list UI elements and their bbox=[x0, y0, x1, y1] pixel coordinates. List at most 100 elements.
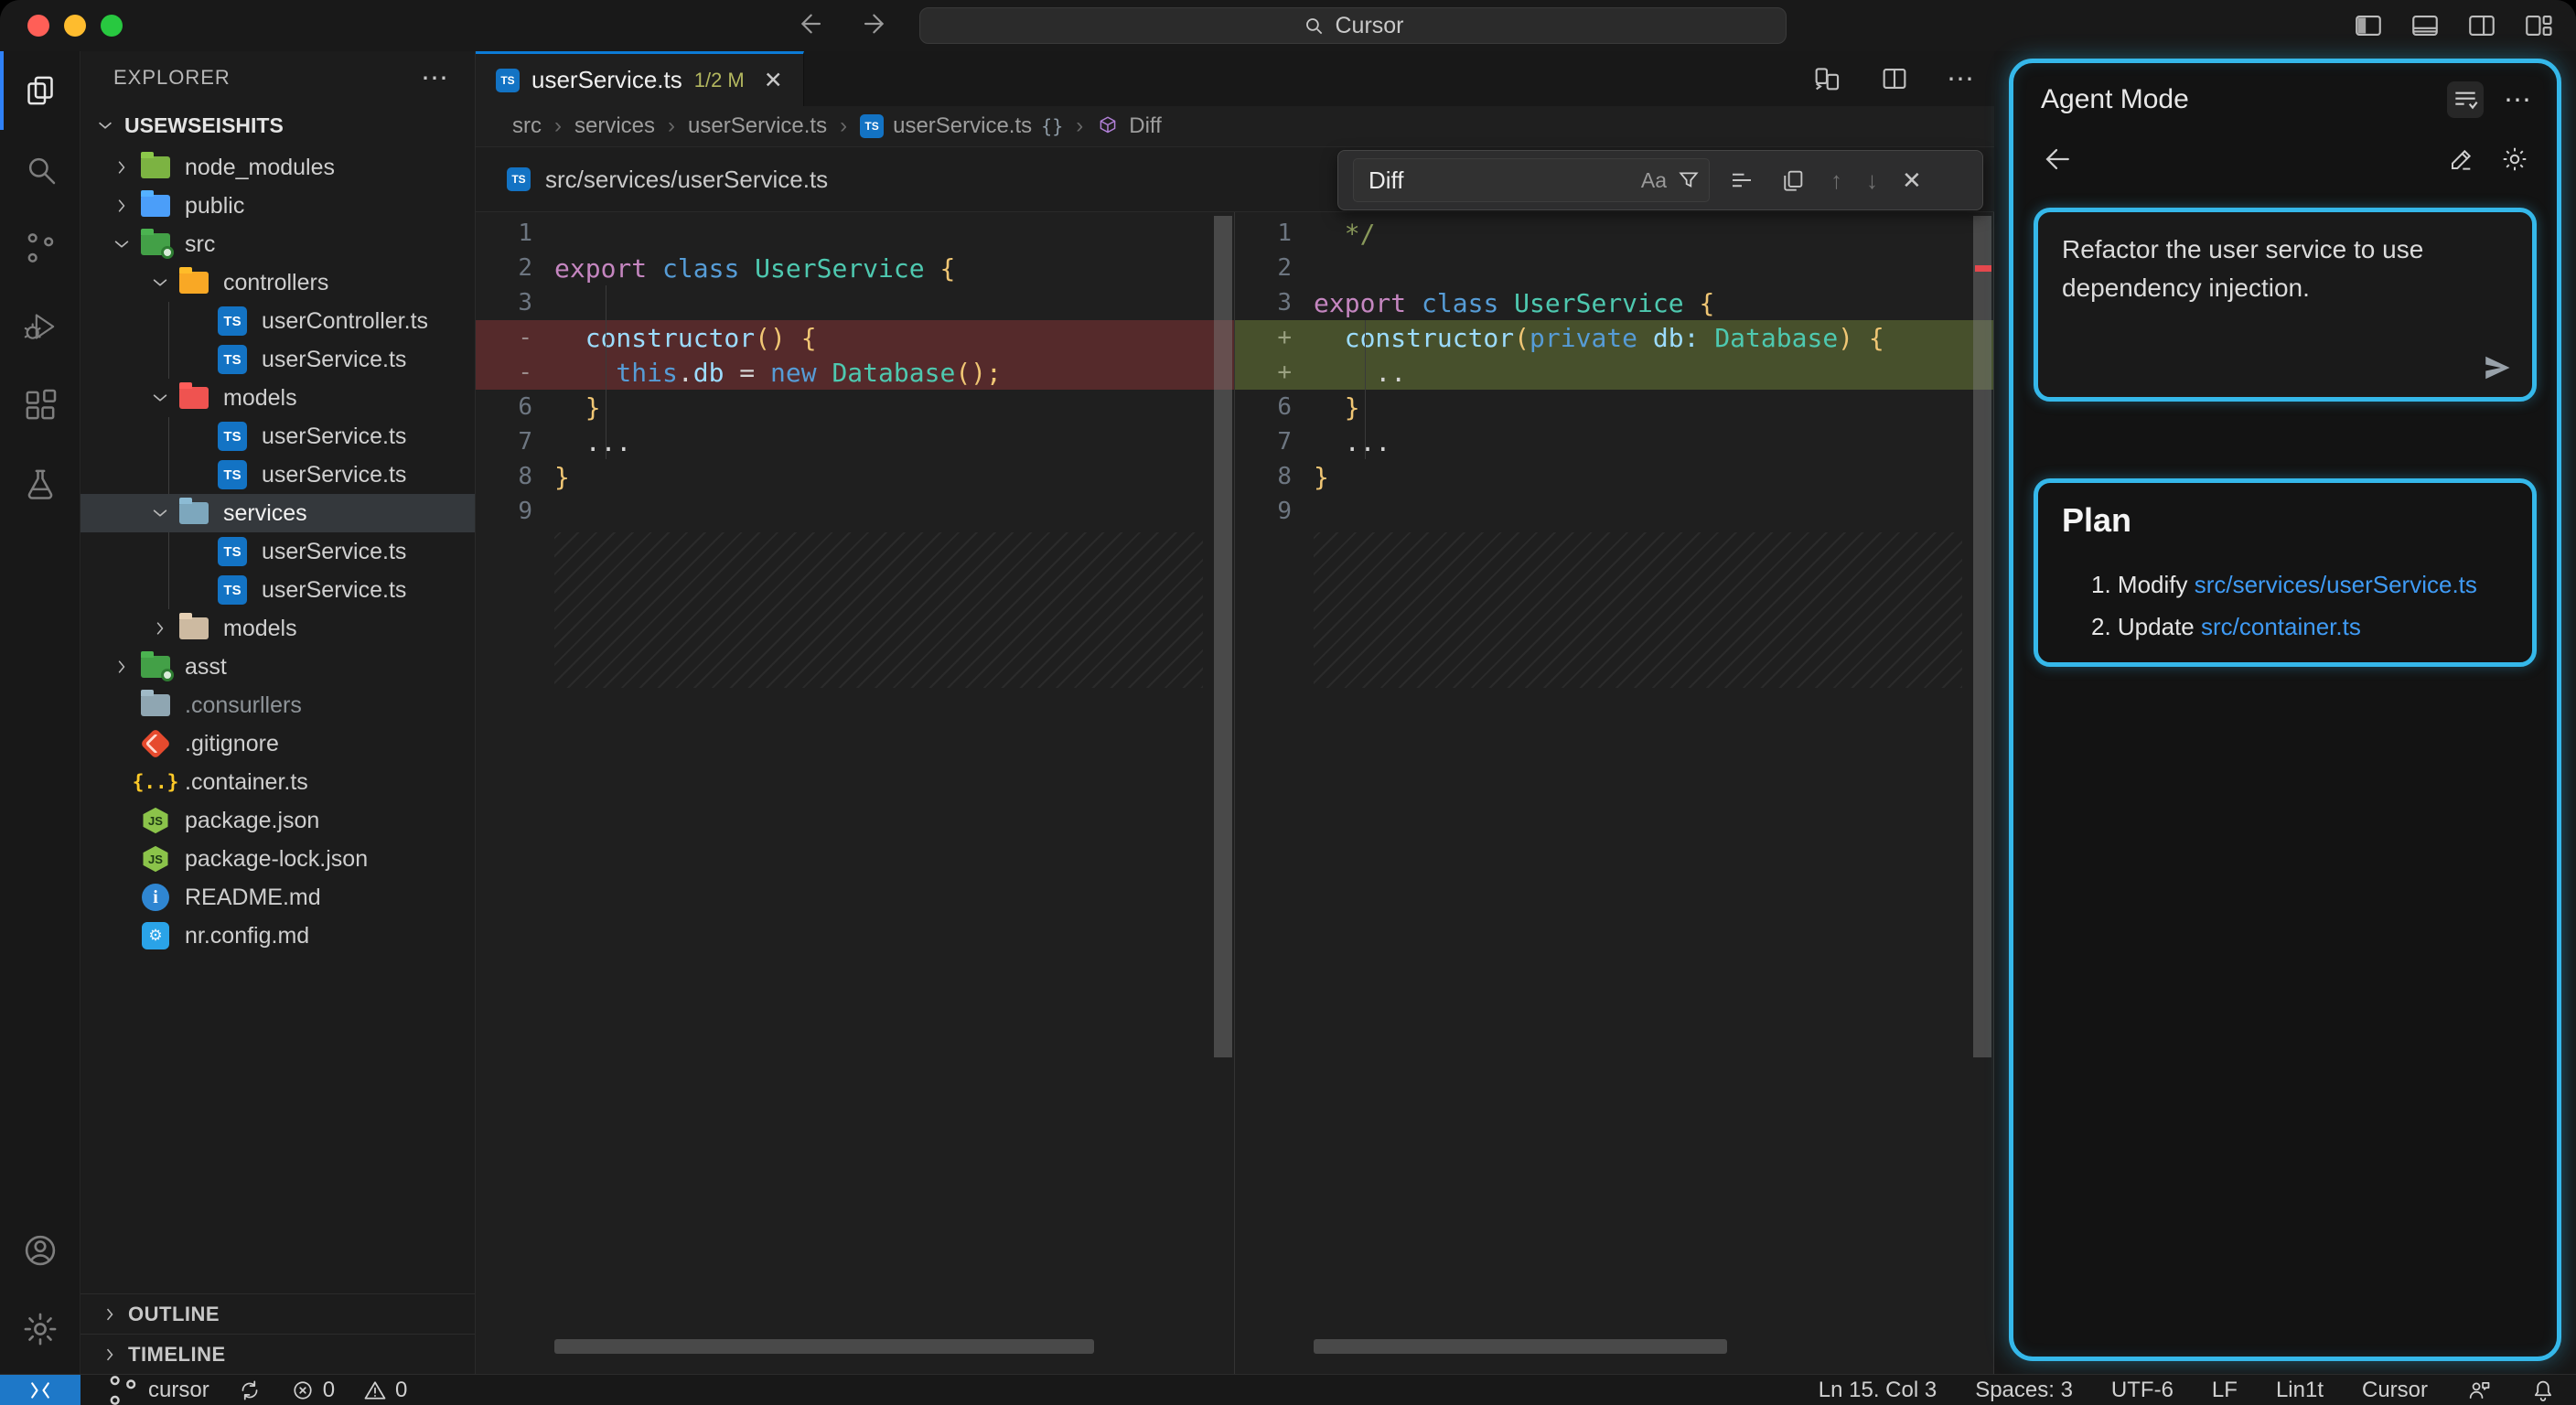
tree-item-userservice-ts[interactable]: TSuserService.ts bbox=[80, 532, 475, 571]
tree-item-userservice-ts[interactable]: TSuserService.ts bbox=[80, 417, 475, 456]
workspace-root[interactable]: USEWSEISHITS bbox=[80, 104, 475, 146]
chat-history-icon[interactable] bbox=[2447, 81, 2484, 118]
toggle-primary-sidebar-icon[interactable] bbox=[2353, 10, 2384, 41]
activity-item-extensions[interactable] bbox=[0, 366, 80, 445]
code-line-left-7[interactable]: 7 ... bbox=[476, 424, 1234, 459]
breadcrumb-item-src[interactable]: src bbox=[512, 113, 542, 139]
status-remote-indicator[interactable] bbox=[0, 1375, 80, 1405]
status-problems-errors[interactable]: 0 bbox=[290, 1375, 335, 1405]
next-match-icon[interactable]: ↓ bbox=[1866, 166, 1878, 195]
code-line-left-6[interactable]: 6 } bbox=[476, 390, 1234, 424]
previous-match-icon[interactable]: ↑ bbox=[1830, 166, 1842, 195]
send-icon[interactable] bbox=[2481, 351, 2514, 384]
tree-item-node-modules[interactable]: node_modules bbox=[80, 148, 475, 187]
code-line-right-2[interactable]: 2 bbox=[1235, 251, 1993, 285]
tree-item-models[interactable]: models bbox=[80, 609, 475, 648]
status-problems-warnings[interactable]: 0 bbox=[362, 1375, 407, 1405]
breadcrumb-item-diff[interactable]: Diff bbox=[1096, 113, 1162, 139]
status-eol[interactable]: LF bbox=[2212, 1375, 2238, 1405]
tree-item-models[interactable]: models bbox=[80, 379, 475, 417]
tree-item-package-lock-json[interactable]: JSpackage-lock.json bbox=[80, 840, 475, 878]
status-sync[interactable] bbox=[237, 1375, 263, 1405]
code-line-left-8[interactable]: 8} bbox=[476, 459, 1234, 494]
activity-item-accounts[interactable] bbox=[0, 1211, 80, 1290]
code-line-left-1[interactable]: 1 bbox=[476, 216, 1234, 251]
tab-userservice[interactable]: TS userService.ts 1/2 M ✕ bbox=[476, 51, 804, 106]
prompt-input[interactable]: Refactor the user service to use depende… bbox=[2034, 208, 2537, 402]
split-editor-icon[interactable] bbox=[1879, 63, 1910, 94]
copy-results-icon[interactable] bbox=[1779, 166, 1807, 194]
activity-item-testing[interactable] bbox=[0, 445, 80, 523]
find-input[interactable] bbox=[1368, 166, 1632, 195]
code-line-right-5[interactable]: + .. bbox=[1235, 355, 1993, 390]
agent-back-icon[interactable] bbox=[2041, 144, 2072, 175]
tree-item-userservice-ts[interactable]: TSuserService.ts bbox=[80, 456, 475, 494]
diff-pane-original[interactable]: 12export class UserService {3- construct… bbox=[476, 212, 1235, 1374]
code-line-right-6[interactable]: 6 } bbox=[1235, 390, 1993, 424]
plan-step-file-link[interactable]: src/container.ts bbox=[2201, 613, 2361, 640]
vertical-scrollbar[interactable] bbox=[1973, 216, 1991, 1057]
code-line-right-7[interactable]: 7 ... bbox=[1235, 424, 1993, 459]
status-encoding[interactable]: UTF-6 bbox=[2111, 1375, 2174, 1405]
status-feedback[interactable] bbox=[2466, 1375, 2492, 1405]
more-actions-icon[interactable]: ⋯ bbox=[1947, 63, 1974, 95]
tree-item-src[interactable]: src bbox=[80, 225, 475, 263]
customize-layout-icon[interactable] bbox=[2523, 10, 2554, 41]
activity-item-settings[interactable] bbox=[0, 1290, 80, 1368]
tree-item-usercontroller-ts[interactable]: TSuserController.ts bbox=[80, 302, 475, 340]
code-line-right-3[interactable]: 3export class UserService { bbox=[1235, 285, 1993, 320]
code-line-right-4[interactable]: + constructor(private db: Database) { bbox=[1235, 320, 1993, 355]
close-tab-icon[interactable]: ✕ bbox=[764, 67, 783, 94]
breadcrumb-item-userservice-ts[interactable]: userService.ts bbox=[688, 113, 827, 139]
status-language-mode[interactable]: Lin1t bbox=[2276, 1375, 2324, 1405]
horizontal-scrollbar[interactable] bbox=[554, 1339, 1094, 1354]
forward-icon[interactable] bbox=[862, 9, 891, 38]
tree-item--gitignore[interactable]: .gitignore bbox=[80, 724, 475, 763]
find-input-box[interactable]: Aa bbox=[1353, 158, 1710, 202]
back-icon[interactable] bbox=[794, 9, 823, 38]
explorer-more-icon[interactable]: ⋯ bbox=[421, 62, 449, 94]
plan-step-file-link[interactable]: src/services/userService.ts bbox=[2195, 571, 2477, 598]
tree-item-public[interactable]: public bbox=[80, 187, 475, 225]
code-line-left-9[interactable]: 9 bbox=[476, 494, 1234, 529]
tree-item-package-json[interactable]: JSpackage.json bbox=[80, 801, 475, 840]
tree-item-userservice-ts[interactable]: TSuserService.ts bbox=[80, 571, 475, 609]
diff-pane-modified[interactable]: 1 */23export class UserService {+ constr… bbox=[1235, 212, 1994, 1374]
open-changes-icon[interactable] bbox=[1811, 63, 1842, 94]
vertical-scrollbar[interactable] bbox=[1214, 216, 1232, 1057]
activity-item-explorer[interactable] bbox=[0, 51, 80, 130]
close-window-button[interactable] bbox=[27, 15, 49, 37]
status-git-branch[interactable]: cursor bbox=[104, 1375, 209, 1405]
code-line-right-8[interactable]: 8} bbox=[1235, 459, 1993, 494]
toggle-panel-icon[interactable] bbox=[2410, 10, 2441, 41]
status-cursor-position[interactable]: Ln 15. Col 3 bbox=[1819, 1375, 1937, 1405]
match-case-icon[interactable]: Aa bbox=[1641, 168, 1667, 193]
agent-more-icon[interactable]: ⋯ bbox=[2504, 84, 2531, 116]
edit-icon[interactable] bbox=[2447, 145, 2476, 174]
tree-item--container-ts[interactable]: {..}.container.ts bbox=[80, 763, 475, 801]
activity-item-source-control[interactable] bbox=[0, 209, 80, 287]
status-notifications[interactable] bbox=[2530, 1375, 2556, 1405]
close-find-icon[interactable]: ✕ bbox=[1902, 166, 1922, 195]
breadcrumb-item-services[interactable]: services bbox=[574, 113, 655, 139]
outline-section[interactable]: OUTLINE bbox=[80, 1293, 475, 1334]
code-line-left-4[interactable]: - constructor() { bbox=[476, 320, 1234, 355]
find-in-selection-icon[interactable] bbox=[1728, 166, 1755, 194]
tree-item-readme-md[interactable]: iREADME.md bbox=[80, 878, 475, 917]
agent-settings-icon[interactable] bbox=[2500, 145, 2529, 174]
code-line-left-3[interactable]: 3 bbox=[476, 285, 1234, 320]
tree-item-nr-config-md[interactable]: ⚙nr.config.md bbox=[80, 917, 475, 955]
filter-icon[interactable] bbox=[1676, 167, 1701, 193]
status-cursor-status[interactable]: Cursor bbox=[2362, 1375, 2428, 1405]
activity-item-search[interactable] bbox=[0, 130, 80, 209]
tree-item-userservice-ts[interactable]: TSuserService.ts bbox=[80, 340, 475, 379]
code-line-left-5[interactable]: - this.db = new Database(); bbox=[476, 355, 1234, 390]
code-line-left-2[interactable]: 2export class UserService { bbox=[476, 251, 1234, 285]
horizontal-scrollbar[interactable] bbox=[1314, 1339, 1727, 1354]
activity-item-run-debug[interactable] bbox=[0, 287, 80, 366]
tree-item-asst[interactable]: asst bbox=[80, 648, 475, 686]
toggle-secondary-sidebar-icon[interactable] bbox=[2466, 10, 2497, 41]
code-line-right-9[interactable]: 9 bbox=[1235, 494, 1993, 529]
breadcrumb-item-userservice-ts[interactable]: TSuserService.ts{} bbox=[860, 113, 1063, 139]
tree-item-services[interactable]: services bbox=[80, 494, 475, 532]
